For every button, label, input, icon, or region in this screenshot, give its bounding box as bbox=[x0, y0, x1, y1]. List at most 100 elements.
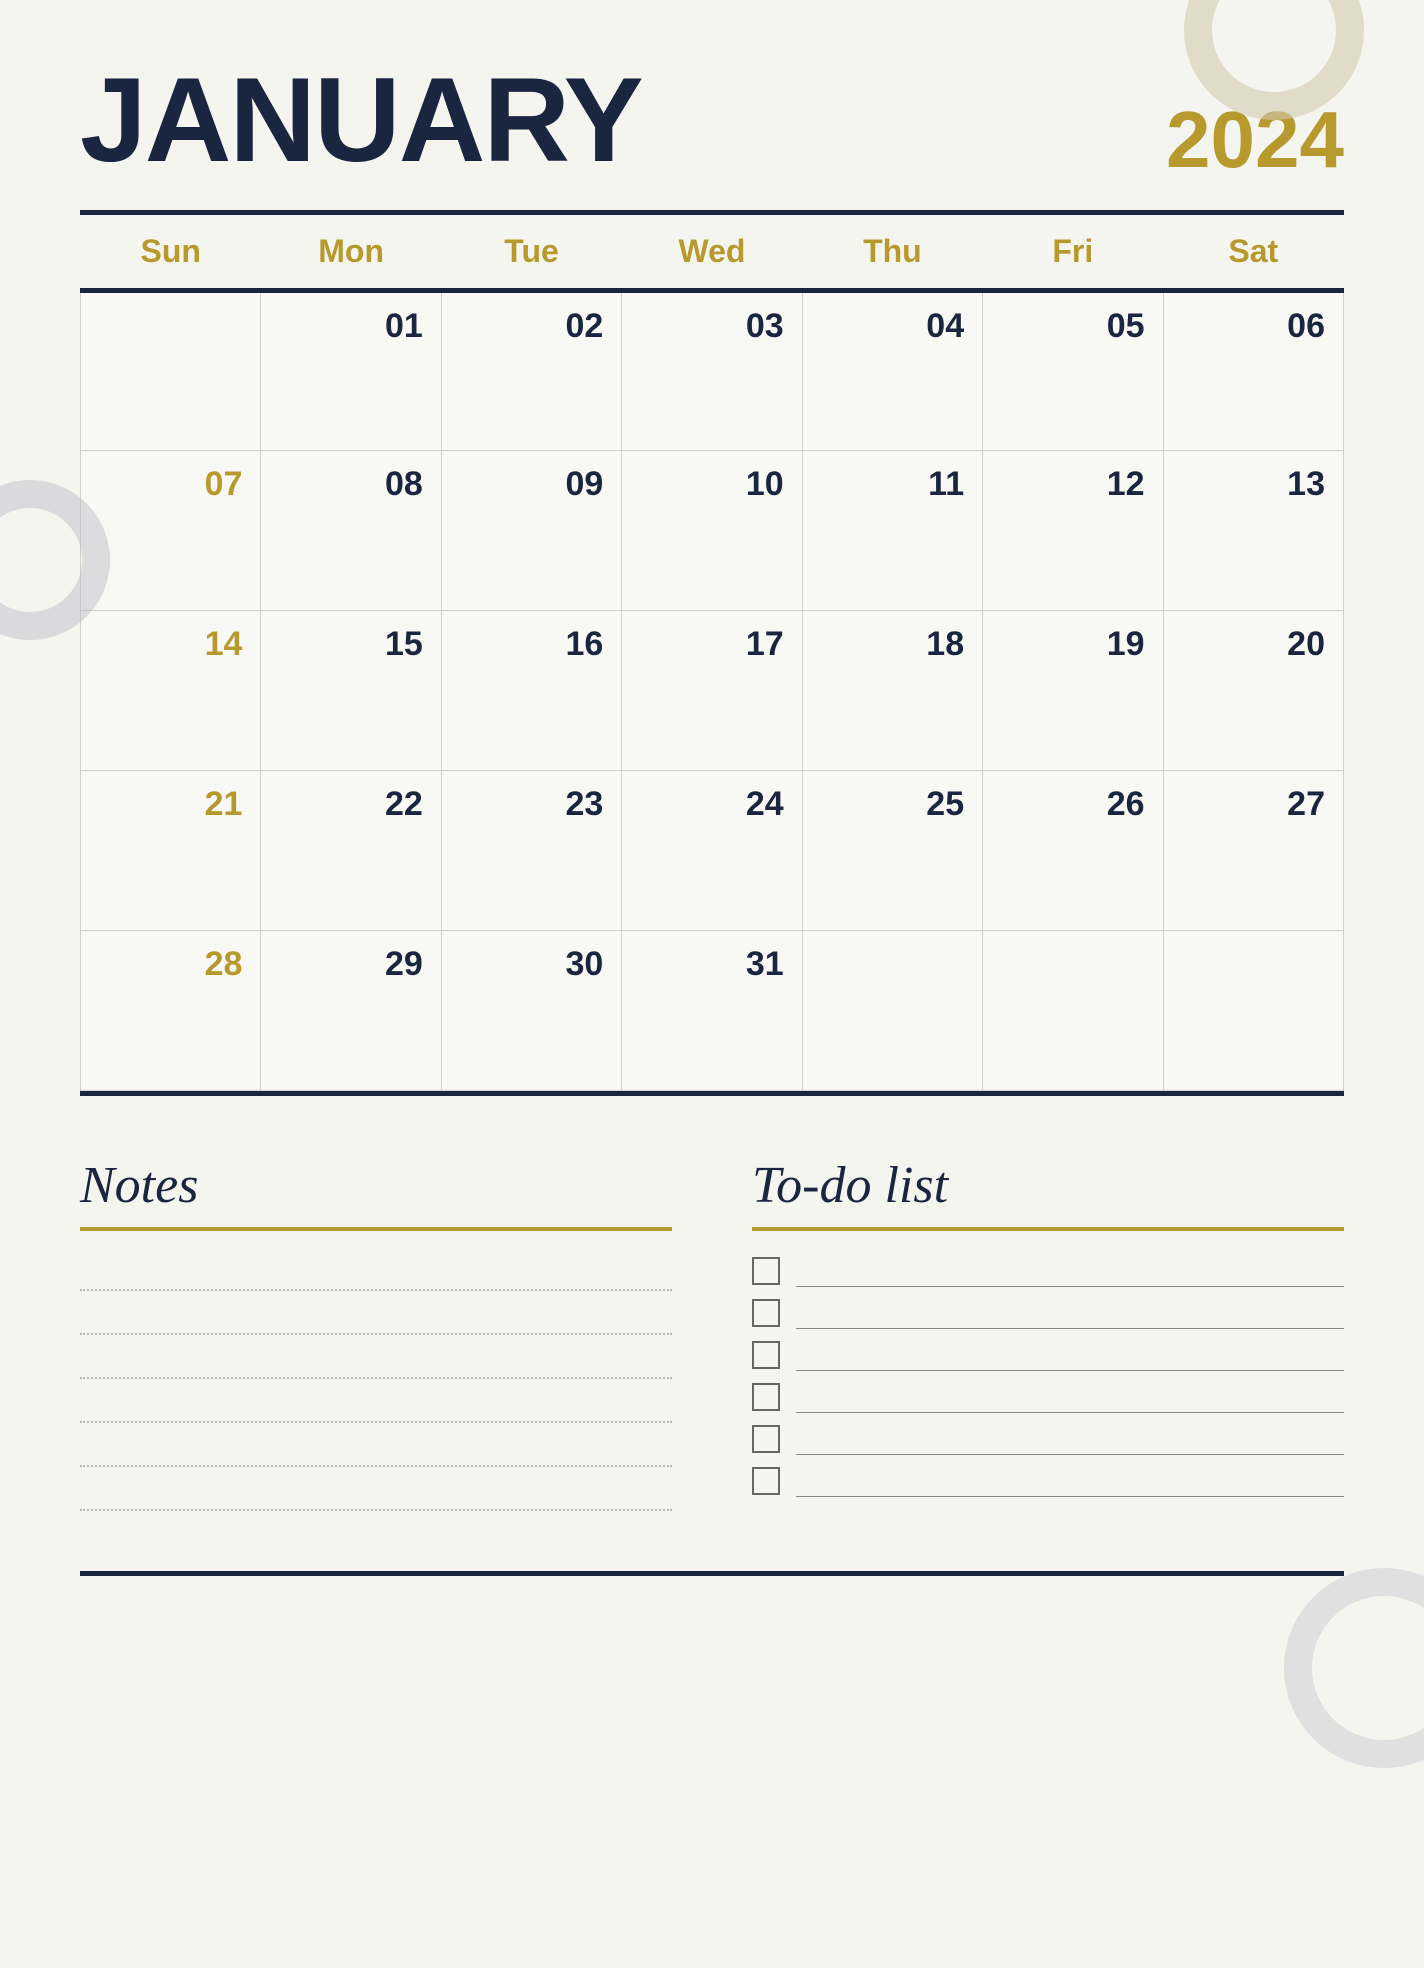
bottom-section: Notes To-do list bbox=[80, 1156, 1344, 1511]
deco-circle-bottom-right bbox=[1284, 1568, 1424, 1768]
notes-section: Notes bbox=[80, 1156, 672, 1511]
calendar-cell: 02 bbox=[441, 291, 621, 451]
calendar-cell: 23 bbox=[441, 771, 621, 931]
calendar-cell: 13 bbox=[1163, 451, 1343, 611]
day-number: 08 bbox=[279, 465, 422, 504]
calendar-cell: 19 bbox=[983, 611, 1163, 771]
todo-line bbox=[796, 1381, 1344, 1413]
calendar-cell: 26 bbox=[983, 771, 1163, 931]
todo-line bbox=[796, 1465, 1344, 1497]
todo-checkbox[interactable] bbox=[752, 1299, 780, 1327]
day-number: 31 bbox=[640, 945, 783, 984]
todo-checkbox[interactable] bbox=[752, 1341, 780, 1369]
notes-lines bbox=[80, 1255, 672, 1511]
notes-line bbox=[80, 1387, 672, 1423]
calendar-cell: 05 bbox=[983, 291, 1163, 451]
day-number: 02 bbox=[460, 307, 603, 346]
calendar-cell: 17 bbox=[622, 611, 802, 771]
calendar-header-row: Sun Mon Tue Wed Thu Fri Sat bbox=[81, 215, 1344, 291]
day-number: 09 bbox=[460, 465, 603, 504]
todo-item bbox=[752, 1423, 1344, 1455]
day-number: 19 bbox=[1001, 625, 1144, 664]
day-number: 25 bbox=[821, 785, 964, 824]
day-number: 24 bbox=[640, 785, 783, 824]
day-number: 23 bbox=[460, 785, 603, 824]
day-number: 10 bbox=[640, 465, 783, 504]
todo-item bbox=[752, 1339, 1344, 1371]
todo-underline bbox=[752, 1227, 1344, 1231]
calendar-cell: 11 bbox=[802, 451, 982, 611]
col-wed: Wed bbox=[622, 215, 802, 291]
col-fri: Fri bbox=[983, 215, 1163, 291]
calendar-table: Sun Mon Tue Wed Thu Fri Sat 01 02 03 04 05 06… bbox=[80, 215, 1344, 1091]
calendar-cell: 30 bbox=[441, 931, 621, 1091]
notes-line bbox=[80, 1475, 672, 1511]
calendar-week-3: 14 15 16 17 18 19 20 bbox=[81, 611, 1344, 771]
calendar-cell: 14 bbox=[81, 611, 261, 771]
day-number: 22 bbox=[279, 785, 422, 824]
calendar-cell: 29 bbox=[261, 931, 441, 1091]
calendar-cell: 18 bbox=[802, 611, 982, 771]
calendar-cell bbox=[1163, 931, 1343, 1091]
todo-title: To-do list bbox=[752, 1156, 1344, 1215]
notes-line bbox=[80, 1299, 672, 1335]
calendar-cell: 04 bbox=[802, 291, 982, 451]
calendar-cell: 03 bbox=[622, 291, 802, 451]
col-sun: Sun bbox=[81, 215, 261, 291]
day-number: 05 bbox=[1001, 307, 1144, 346]
day-number: 04 bbox=[821, 307, 964, 346]
header: JANUARY 2024 bbox=[80, 60, 1344, 180]
todo-section: To-do list bbox=[752, 1156, 1344, 1511]
notes-line bbox=[80, 1431, 672, 1467]
todo-checkbox[interactable] bbox=[752, 1383, 780, 1411]
todo-checkbox[interactable] bbox=[752, 1467, 780, 1495]
calendar-week-1: 01 02 03 04 05 06 bbox=[81, 291, 1344, 451]
calendar-cell: 24 bbox=[622, 771, 802, 931]
col-thu: Thu bbox=[802, 215, 982, 291]
todo-line bbox=[796, 1255, 1344, 1287]
day-number: 29 bbox=[279, 945, 422, 984]
calendar-cell bbox=[983, 931, 1163, 1091]
col-mon: Mon bbox=[261, 215, 441, 291]
todo-checkbox[interactable] bbox=[752, 1257, 780, 1285]
todo-items bbox=[752, 1255, 1344, 1497]
day-number: 26 bbox=[1001, 785, 1144, 824]
calendar-cell: 20 bbox=[1163, 611, 1343, 771]
day-number: 17 bbox=[640, 625, 783, 664]
calendar-cell bbox=[802, 931, 982, 1091]
final-border bbox=[80, 1571, 1344, 1576]
todo-item bbox=[752, 1297, 1344, 1329]
calendar-cell bbox=[81, 291, 261, 451]
day-number: 06 bbox=[1182, 307, 1325, 346]
calendar-cell: 16 bbox=[441, 611, 621, 771]
calendar-cell: 15 bbox=[261, 611, 441, 771]
todo-line bbox=[796, 1339, 1344, 1371]
calendar-week-5: 28293031 bbox=[81, 931, 1344, 1091]
day-number: 15 bbox=[279, 625, 422, 664]
day-number: 21 bbox=[99, 785, 242, 824]
todo-item bbox=[752, 1465, 1344, 1497]
notes-line bbox=[80, 1343, 672, 1379]
calendar-cell: 25 bbox=[802, 771, 982, 931]
calendar-week-2: 07 08 09 10 11 12 13 bbox=[81, 451, 1344, 611]
calendar-cell: 27 bbox=[1163, 771, 1343, 931]
day-number: 11 bbox=[821, 465, 964, 504]
day-number: 13 bbox=[1182, 465, 1325, 504]
page-container: JANUARY 2024 Sun Mon Tue Wed Thu Fri Sat… bbox=[0, 0, 1424, 1968]
todo-item bbox=[752, 1255, 1344, 1287]
calendar-cell: 31 bbox=[622, 931, 802, 1091]
month-title: JANUARY bbox=[80, 60, 642, 180]
todo-checkbox[interactable] bbox=[752, 1425, 780, 1453]
todo-line bbox=[796, 1423, 1344, 1455]
calendar-cell: 22 bbox=[261, 771, 441, 931]
day-number: 20 bbox=[1182, 625, 1325, 664]
calendar-cell: 12 bbox=[983, 451, 1163, 611]
todo-item bbox=[752, 1381, 1344, 1413]
day-number: 27 bbox=[1182, 785, 1325, 824]
day-number: 18 bbox=[821, 625, 964, 664]
calendar-week-4: 21 22 23 24 25 26 27 bbox=[81, 771, 1344, 931]
calendar-cell: 09 bbox=[441, 451, 621, 611]
calendar-cell: 07 bbox=[81, 451, 261, 611]
day-number: 01 bbox=[279, 307, 422, 346]
day-number: 12 bbox=[1001, 465, 1144, 504]
